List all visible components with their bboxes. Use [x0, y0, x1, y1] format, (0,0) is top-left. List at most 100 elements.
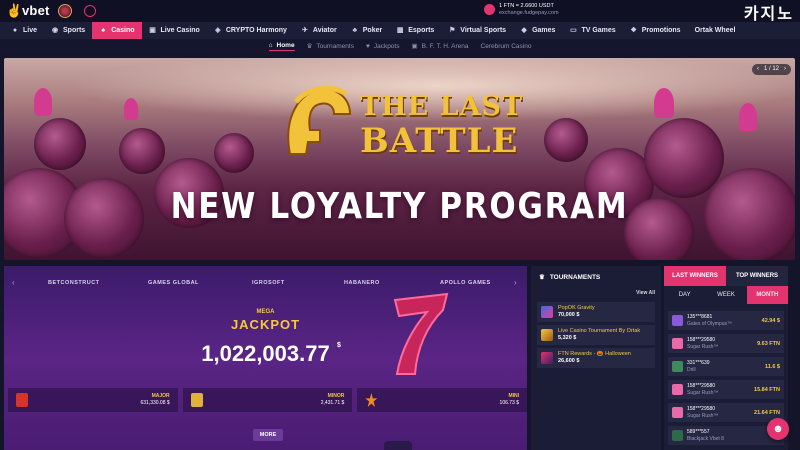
- tier-name: MINOR: [327, 393, 345, 399]
- tournament-item[interactable]: Live Casino Tournament By Ortak 5,320 $: [537, 325, 655, 345]
- subnav-home[interactable]: ⌂ Home: [268, 42, 295, 51]
- nav-label: Poker: [362, 27, 383, 34]
- nav-label: Casino: [111, 27, 135, 34]
- nav-aviator[interactable]: ✈ Aviator: [294, 22, 344, 39]
- view-all-link[interactable]: View All: [636, 290, 655, 296]
- winners-tabs: LAST WINNERS TOP WINNERS: [664, 266, 788, 286]
- top-header: ✌ vbet 1 FTN = 2.6600 USDT exchange.fudg…: [0, 0, 800, 23]
- the-last-battle-logo: THE LAST BATTLE: [280, 84, 523, 164]
- jackpot-more-button[interactable]: MORE: [253, 429, 283, 441]
- provider-next-button[interactable]: ›: [514, 278, 517, 287]
- nav-live-casino[interactable]: ▣ Live Casino: [142, 22, 207, 39]
- winner-row[interactable]: 331***639 Drill 11.6 $: [668, 357, 784, 376]
- jackpot-currency: $: [337, 342, 341, 349]
- ftn-coin-icon: [484, 4, 495, 15]
- nav-poker[interactable]: ♣ Poker: [344, 22, 389, 39]
- nav-label: Sports: [63, 27, 86, 34]
- nav-label: Live Casino: [160, 27, 200, 34]
- winner-row[interactable]: 158***29580 Sugar Rush™ 21.64 FTN: [668, 403, 784, 422]
- subnav-bfth-arena[interactable]: ▣ B. F. T. H. Arena: [411, 42, 468, 51]
- exchange-rate-box[interactable]: 1 FTN = 2.6600 USDT exchange.fudgepay.co…: [484, 3, 559, 16]
- tournament-prize: 5,320 $: [558, 335, 577, 341]
- tournaments-header: ♛ TOURNAMENTS: [539, 273, 600, 282]
- winner-game: Gates of Olympus™: [687, 320, 733, 327]
- helmet-plume: [34, 88, 52, 116]
- scroll-up-tab[interactable]: [384, 441, 412, 450]
- period-day[interactable]: DAY: [664, 286, 705, 304]
- nav-tv-games[interactable]: ▭ TV Games: [562, 22, 622, 39]
- tournament-thumbnail: [541, 329, 553, 341]
- provider-prev-button[interactable]: ‹: [12, 278, 15, 287]
- period-week[interactable]: WEEK: [705, 286, 746, 304]
- provider-logo[interactable]: APOLLO GAMES: [440, 280, 491, 286]
- nav-virtual-sports[interactable]: ⚑ Virtual Sports: [441, 22, 513, 39]
- tournament-thumbnail: [541, 306, 553, 318]
- helmet-plume: [654, 88, 674, 118]
- tier-minor[interactable]: MINOR 2,431.71 $: [182, 388, 353, 412]
- game-thumbnail: [672, 384, 683, 395]
- tournament-name: PopOK Gravity: [558, 305, 595, 311]
- arena-icon: ▣: [411, 43, 418, 50]
- vbet-logo-icon: ✌: [6, 2, 23, 18]
- subnav-jackpots[interactable]: ♥ Jackpots: [366, 43, 400, 51]
- tier-major[interactable]: MAJOR 631,330.08 $: [8, 388, 178, 412]
- spartan-helmet-icon: [287, 85, 352, 155]
- rate-text: 1 FTN = 2.6600 USDT: [499, 3, 554, 9]
- provider-logo[interactable]: GAMES GLOBAL: [148, 280, 199, 286]
- winner-row[interactable]: 135***8681 Gates of Olympus™ 42.94 $: [668, 311, 784, 330]
- home-icon: ⌂: [268, 42, 273, 49]
- trophy-icon: ♛: [306, 43, 313, 50]
- banner-prev-button[interactable]: ‹: [757, 64, 759, 75]
- live-icon: ●: [12, 26, 18, 34]
- winner-game: Sugar Rush™: [687, 412, 719, 419]
- hero-banner[interactable]: THE LAST BATTLE NEW LOYALTY PROGRAM ‹ 1 …: [4, 58, 795, 260]
- tournament-item[interactable]: FTN Rewards - 🎃 Halloween 26,600 $: [537, 348, 655, 368]
- right-edge-strip: [791, 266, 800, 450]
- game-thumbnail: [672, 338, 683, 349]
- site-logo[interactable]: ✌ vbet: [6, 3, 72, 18]
- club-crest-icon[interactable]: [57, 3, 72, 18]
- provider-logo[interactable]: HABANERO: [344, 280, 380, 286]
- game-thumbnail: [672, 361, 683, 372]
- banner-next-button[interactable]: ›: [784, 64, 786, 75]
- nav-crypto-harmony[interactable]: ◈ CRYPTO Harmony: [207, 22, 294, 39]
- nav-label: Virtual Sports: [460, 27, 507, 34]
- casino-cards-icon: ♠: [101, 26, 106, 34]
- tier-amount: 631,330.08 $: [140, 400, 170, 406]
- tier-mini[interactable]: MINI 106.73 $: [357, 388, 527, 412]
- nav-live[interactable]: ● Live: [4, 22, 44, 39]
- winner-row[interactable]: 158***29580 Sugar Rush™ 15.84 FTN: [668, 380, 784, 399]
- banner-title-line1: THE LAST: [360, 91, 524, 122]
- tournament-prize: 70,000 $: [558, 312, 580, 318]
- provider-logo[interactable]: IGROSOFT: [252, 280, 285, 286]
- nav-games[interactable]: ◆ Games: [513, 22, 562, 39]
- banner-headline: NEW LOYALTY PROGRAM: [170, 186, 629, 227]
- nav-label: Aviator: [312, 27, 337, 34]
- nav-ortak-wheel[interactable]: Ortak Wheel: [688, 22, 743, 39]
- tab-top-winners[interactable]: TOP WINNERS: [726, 266, 788, 286]
- nav-label: TV Games: [581, 27, 616, 34]
- trophy-icon: ♛: [539, 274, 545, 281]
- helmet-plume: [739, 103, 757, 131]
- tournament-item[interactable]: PopOK Gravity 70,000 $: [537, 302, 655, 322]
- rate-source: exchange.fudgepay.com: [499, 9, 559, 16]
- nav-casino[interactable]: ♠ Casino: [92, 22, 142, 39]
- tournaments-panel: ♛ TOURNAMENTS View All PopOK Gravity 70,…: [531, 266, 661, 450]
- period-month[interactable]: MONTH: [746, 286, 788, 304]
- shield-decoration: [34, 118, 86, 170]
- subnav-tournaments[interactable]: ♛ Tournaments: [307, 42, 354, 51]
- seven-tier-icon: [16, 393, 28, 407]
- settings-circle-icon[interactable]: [84, 5, 96, 17]
- nav-esports[interactable]: ▦ Esports: [389, 22, 441, 39]
- subnav-label: Jackpots: [373, 42, 400, 50]
- support-chat-button[interactable]: ☻: [767, 418, 789, 440]
- subnav-cerebrum-casino[interactable]: Cerebrum Casino: [481, 43, 532, 51]
- nav-sports[interactable]: ◉ Sports: [44, 22, 92, 39]
- winner-amount: 21.64 FTN: [754, 409, 780, 416]
- banner-pager: ‹ 1 / 12 ›: [751, 64, 791, 75]
- tab-last-winners[interactable]: LAST WINNERS: [664, 266, 726, 286]
- nav-promotions[interactable]: ❖ Promotions: [623, 22, 688, 39]
- provider-logo[interactable]: BETCONSTRUCT: [48, 280, 100, 286]
- winner-amount: 11.6 $: [765, 363, 780, 370]
- winner-row[interactable]: 158***29580 Sugar Rush™ 9.63 FTN: [668, 334, 784, 353]
